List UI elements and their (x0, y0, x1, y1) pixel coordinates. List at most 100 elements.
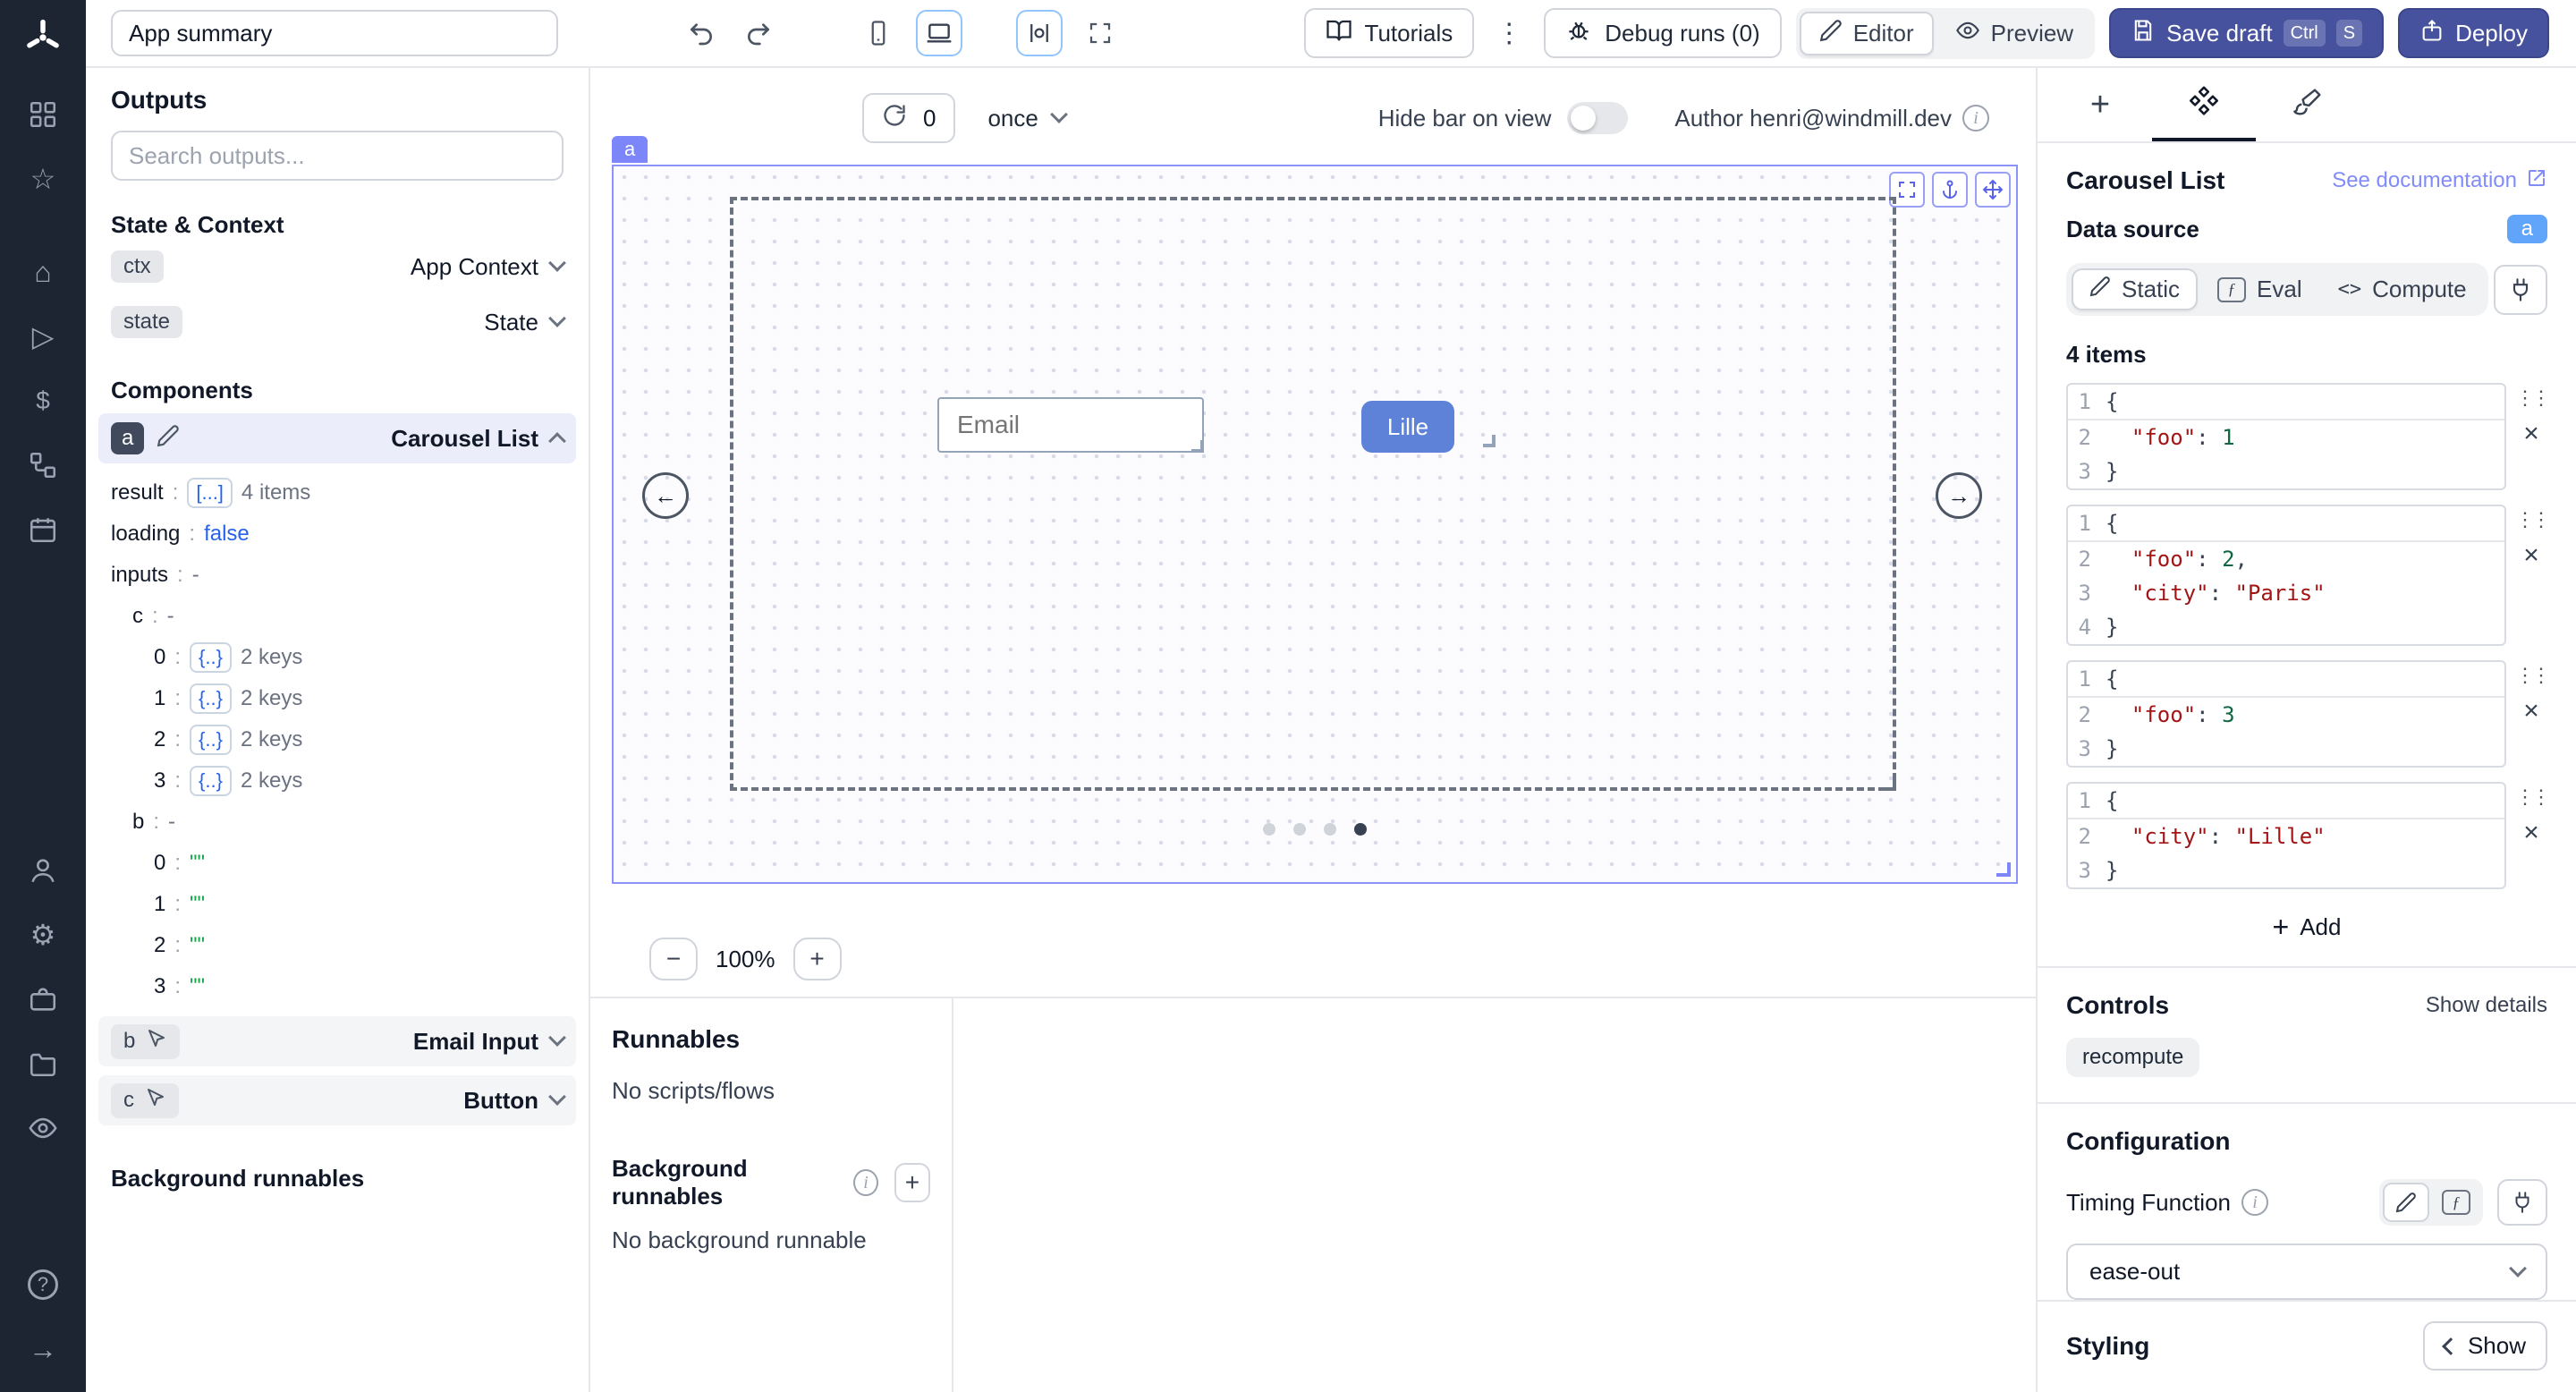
editor-tab[interactable]: Editor (1800, 12, 1934, 55)
json-editor[interactable]: 1{2 "foo": 13} (2066, 383, 2506, 490)
center-layout-icon[interactable] (1016, 10, 1063, 56)
zoom-controls: − 100% + (649, 938, 842, 980)
mode-eval-button[interactable]: ƒ Eval (2201, 268, 2318, 310)
carousel-next-button[interactable]: → (1936, 472, 1982, 519)
lille-button-component[interactable]: Lille (1361, 401, 1454, 453)
more-menu-icon[interactable]: ⋮ (1488, 18, 1530, 49)
info-icon[interactable]: i (853, 1169, 878, 1196)
timing-function-select[interactable]: ease-out (2066, 1243, 2547, 1300)
object-badge[interactable]: {..} (190, 766, 232, 796)
help-icon[interactable]: ? (0, 1252, 86, 1317)
drag-handle-icon[interactable]: ⋮⋮ (2515, 787, 2547, 807)
configuration-title: Configuration (2066, 1127, 2547, 1156)
frequency-dropdown[interactable]: once (987, 105, 1064, 132)
json-editor[interactable]: 1{2 "foo": 33} (2066, 660, 2506, 768)
undo-icon[interactable] (680, 12, 723, 55)
json-editor[interactable]: 1{2 "city": "Lille"3} (2066, 782, 2506, 889)
windmill-logo-icon[interactable] (23, 18, 63, 57)
ctx-row[interactable]: ctx App Context (111, 239, 564, 294)
insert-component-tab[interactable]: + (2048, 68, 2152, 141)
object-badge[interactable]: {..} (190, 725, 232, 755)
folders-icon[interactable] (0, 1031, 86, 1096)
data-source-chip: a (2507, 215, 2547, 243)
apps-grid-icon[interactable] (0, 82, 86, 147)
delete-item-icon[interactable]: × (2523, 819, 2539, 846)
show-details-link[interactable]: Show details (2426, 993, 2547, 1018)
anchor-icon[interactable] (1932, 172, 1968, 208)
mode-compute-button[interactable]: <> Compute (2322, 268, 2483, 310)
connect-plug-button[interactable] (2497, 1179, 2547, 1226)
timing-eval-button[interactable]: ƒ (2433, 1183, 2479, 1222)
debug-runs-button[interactable]: Debug runs (0) (1544, 8, 1781, 58)
see-documentation-link[interactable]: See documentation (2332, 167, 2547, 195)
delete-item-icon[interactable]: × (2523, 420, 2539, 447)
delete-item-icon[interactable]: × (2523, 698, 2539, 725)
timing-static-button[interactable] (2383, 1183, 2429, 1222)
background-runnables-row: Background runnables i + (612, 1155, 930, 1210)
drag-handle-icon[interactable]: ⋮⋮ (2515, 666, 2547, 685)
workers-briefcase-icon[interactable] (0, 967, 86, 1031)
add-background-runnable-button[interactable]: + (894, 1163, 930, 1202)
info-icon[interactable]: i (2241, 1189, 2268, 1216)
component-row-email-input[interactable]: b Email Input (98, 1016, 576, 1066)
carousel-container[interactable] (730, 197, 1896, 791)
deploy-button[interactable]: Deploy (2398, 8, 2549, 58)
tutorials-button[interactable]: Tutorials (1304, 8, 1475, 58)
styling-tab[interactable] (2256, 68, 2360, 141)
mobile-view-icon[interactable] (855, 10, 902, 56)
email-id: b (123, 1029, 135, 1054)
variables-dollar-icon[interactable]: $ (0, 369, 86, 433)
edit-pencil-icon[interactable] (157, 424, 180, 454)
flows-icon[interactable] (0, 433, 86, 497)
component-row-carousel[interactable]: a Carousel List (98, 413, 576, 463)
add-item-button[interactable]: + Add (2066, 912, 2547, 941)
runs-play-icon[interactable]: ▷ (0, 304, 86, 369)
schedules-calendar-icon[interactable] (0, 497, 86, 562)
users-icon[interactable] (0, 838, 86, 903)
drag-handle-icon[interactable]: ⋮⋮ (2515, 388, 2547, 408)
component-settings-tab[interactable] (2152, 68, 2256, 141)
preview-tab[interactable]: Preview (1937, 13, 2091, 55)
show-styling-button[interactable]: Show (2423, 1321, 2547, 1371)
delete-item-icon[interactable]: × (2523, 542, 2539, 569)
json-editor[interactable]: 1{2 "foo": 2,3 "city": "Paris"4} (2066, 505, 2506, 646)
info-icon[interactable]: i (1962, 105, 1989, 132)
array-badge[interactable]: [...] (187, 478, 233, 508)
carousel-prev-button[interactable]: ← (642, 472, 689, 519)
carousel-dot-active[interactable] (1354, 823, 1367, 836)
center-column: 0 once Hide bar on view Author henri@win… (590, 68, 2036, 1392)
favorites-star-icon[interactable]: ☆ (0, 147, 86, 211)
component-resize-handle[interactable] (1996, 862, 2011, 877)
settings-gear-icon[interactable]: ⚙ (0, 903, 86, 967)
fullscreen-icon[interactable] (1077, 10, 1123, 56)
object-badge[interactable]: {..} (190, 683, 232, 714)
connect-plug-button[interactable] (2494, 265, 2547, 315)
carousel-dot[interactable] (1293, 823, 1306, 836)
mode-static-button[interactable]: Static (2072, 268, 2198, 310)
zoom-in-button[interactable]: + (793, 938, 842, 980)
app-summary-input[interactable] (111, 10, 558, 56)
move-component-icon[interactable] (1975, 172, 2011, 208)
home-icon[interactable]: ⌂ (0, 240, 86, 304)
collapse-arrow-icon[interactable]: → (0, 1317, 86, 1381)
app-canvas[interactable]: a Lille ← → (612, 165, 2018, 884)
button-resize-handle[interactable] (1483, 435, 1496, 447)
hide-bar-toggle[interactable] (1567, 102, 1628, 134)
email-resize-handle[interactable] (1191, 440, 1204, 453)
recompute-chip[interactable]: recompute (2066, 1038, 2199, 1077)
refresh-button[interactable]: 0 (862, 93, 955, 143)
state-row[interactable]: state State (111, 294, 564, 350)
redo-icon[interactable] (737, 12, 780, 55)
search-outputs-input[interactable] (111, 131, 564, 181)
save-draft-button[interactable]: Save draft Ctrl S (2109, 8, 2384, 58)
zoom-out-button[interactable]: − (649, 938, 698, 980)
carousel-dot[interactable] (1324, 823, 1336, 836)
carousel-dot[interactable] (1263, 823, 1275, 836)
desktop-view-icon[interactable] (916, 10, 962, 56)
email-input-component[interactable] (937, 397, 1204, 453)
audit-eye-icon[interactable] (0, 1096, 86, 1160)
component-row-button[interactable]: c Button (98, 1075, 576, 1125)
drag-handle-icon[interactable]: ⋮⋮ (2515, 510, 2547, 530)
object-badge[interactable]: {..} (190, 642, 232, 673)
output-tree-row: 2:"" (111, 925, 564, 966)
